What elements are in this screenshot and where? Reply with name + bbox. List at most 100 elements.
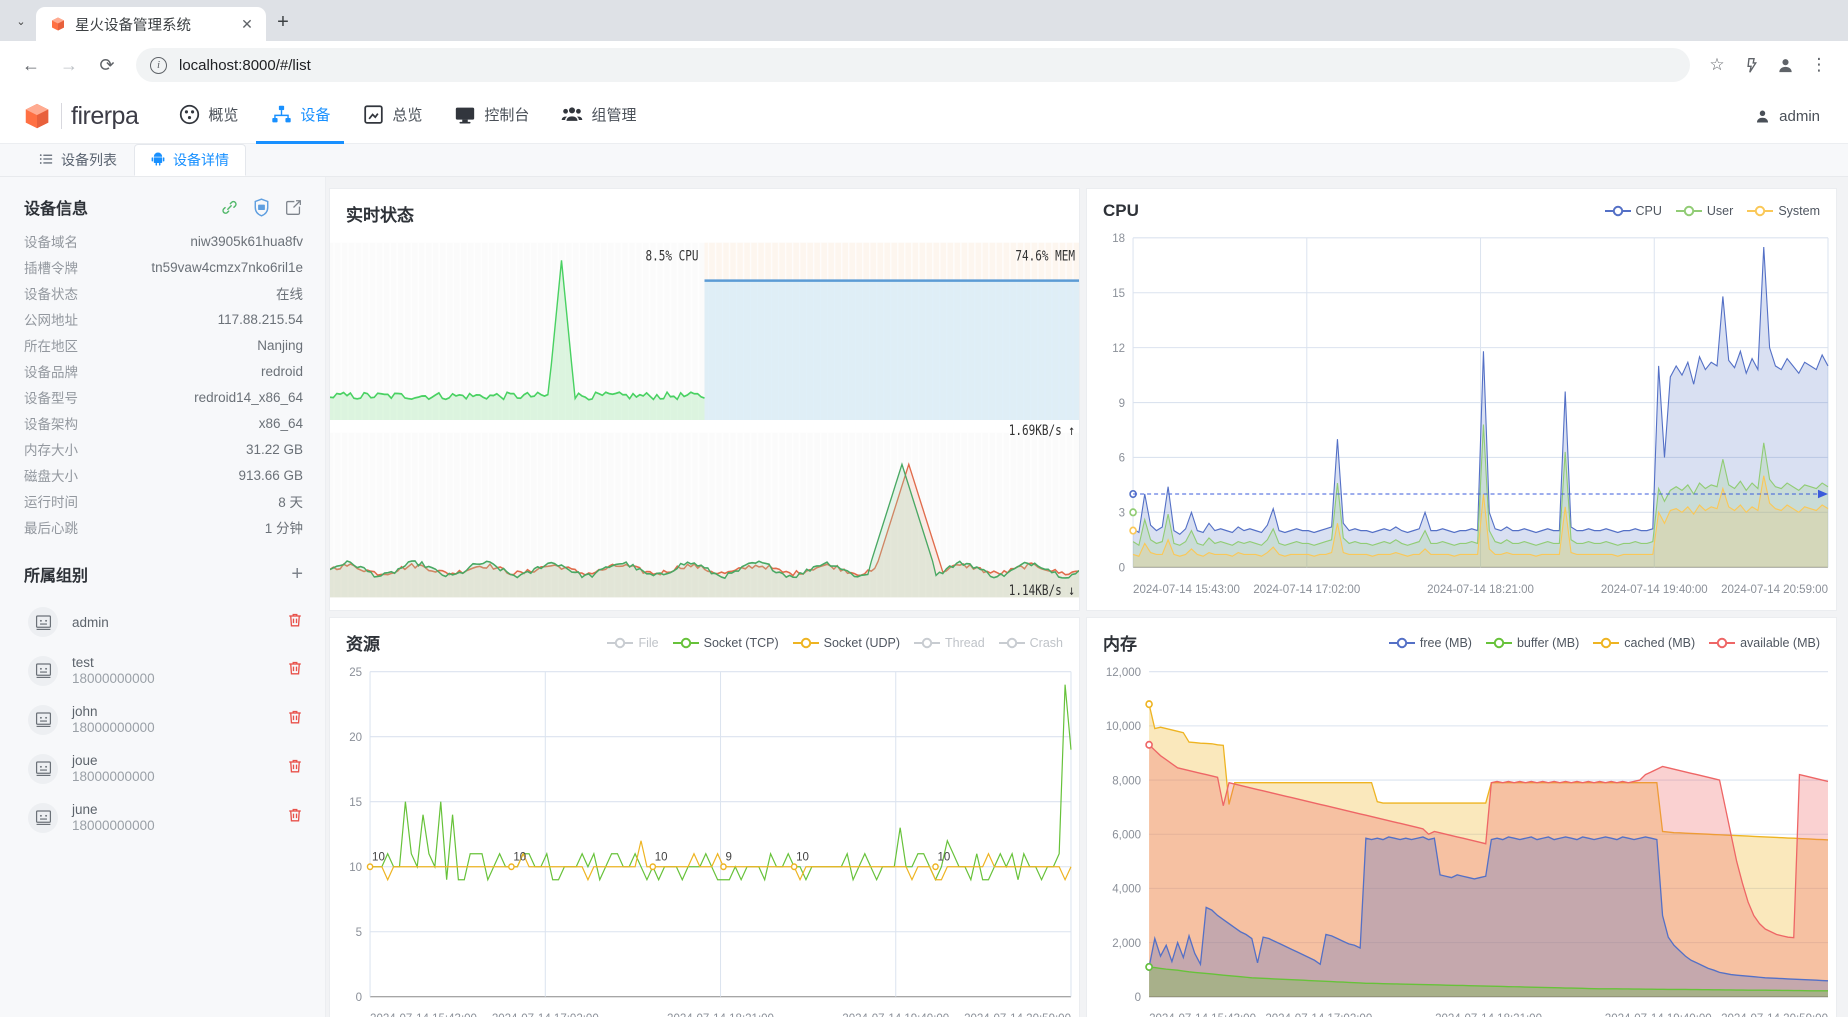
legend-item-cpu[interactable]: CPU xyxy=(1604,204,1662,218)
svg-text:4,000: 4,000 xyxy=(1112,881,1141,895)
svg-text:2024-07-14 19:40:00: 2024-07-14 19:40:00 xyxy=(1601,582,1708,596)
reload-icon[interactable]: ⟳ xyxy=(90,48,124,82)
browser-tab[interactable]: 星火设备管理系统 ✕ xyxy=(36,7,266,41)
legend-item-file[interactable]: File xyxy=(607,636,659,650)
group-name: test xyxy=(72,655,94,670)
profile-icon[interactable] xyxy=(1770,50,1800,80)
legend-marker-icon xyxy=(672,637,699,649)
list-item[interactable]: june 18000000000 xyxy=(24,793,307,842)
svg-text:2024-07-14 15:43:00: 2024-07-14 15:43:00 xyxy=(1149,1011,1256,1017)
edit-icon[interactable] xyxy=(284,198,303,217)
tab-device-list[interactable]: 设备列表 xyxy=(22,144,134,176)
bookmark-star-icon[interactable]: ☆ xyxy=(1702,50,1732,80)
favicon-icon xyxy=(49,16,66,33)
legend-label: Thread xyxy=(945,635,985,650)
legend-item-thread[interactable]: Thread xyxy=(914,636,985,650)
list-icon xyxy=(39,152,53,169)
device-info-rows: 设备域名 niw3905k61hua8fv 插槽令牌 tn59vaw4cmzx7nk… xyxy=(24,228,303,540)
nav-item-groups[interactable]: 组管理 xyxy=(547,89,650,144)
svg-text:0: 0 xyxy=(356,990,363,1004)
new-tab-button[interactable]: + xyxy=(266,5,300,39)
legend-item-cached[interactable]: cached (MB) xyxy=(1593,636,1695,650)
forward-icon[interactable]: → xyxy=(52,48,86,82)
svg-text:10: 10 xyxy=(938,849,951,863)
panel-title: CPU xyxy=(1103,201,1139,220)
svg-text:2024-07-14 15:43:00: 2024-07-14 15:43:00 xyxy=(1133,582,1240,596)
svg-text:2024-07-14 20:59:00: 2024-07-14 20:59:00 xyxy=(964,1011,1071,1017)
tab-device-detail[interactable]: 设备详情 xyxy=(134,144,246,176)
legend-label: System xyxy=(1778,204,1820,218)
svg-text:2024-07-14 17:02:00: 2024-07-14 17:02:00 xyxy=(492,1011,599,1017)
groups-header: 所属组别 + xyxy=(0,546,325,594)
legend-item-buffer[interactable]: buffer (MB) xyxy=(1485,636,1579,650)
list-item[interactable]: admin xyxy=(24,598,307,646)
memory-chart[interactable]: 0 2,000 4,000 6,000 8,000 10,000 12,000 2024-07… xyxy=(1087,659,1836,1017)
cpu-chart[interactable]: 0 3 6 9 12 15 18 2024-07-14 15:43:00 2024-07-14 … xyxy=(1087,225,1836,610)
device-info-header: 设备信息 xyxy=(24,195,303,219)
panel-realtime: 实时状态 8.5% CPU 74.6% MEM 1.69KB/s ↑ 1.14KB/s… xyxy=(329,188,1080,611)
list-item[interactable]: test 18000000000 xyxy=(24,646,307,695)
legend-item-crash[interactable]: Crash xyxy=(998,635,1063,650)
url-text: localhost:8000/#/list xyxy=(179,56,311,74)
trash-icon[interactable] xyxy=(287,660,303,681)
link-icon[interactable] xyxy=(220,198,239,217)
list-item[interactable]: john 18000000000 xyxy=(24,695,307,744)
trash-icon[interactable] xyxy=(287,807,303,828)
close-icon[interactable]: ✕ xyxy=(238,15,256,33)
info-value: redroid xyxy=(260,363,303,379)
trash-icon[interactable] xyxy=(287,709,303,730)
legend-label: Crash xyxy=(1029,635,1063,650)
list-item[interactable]: joue 18000000000 xyxy=(24,744,307,793)
brand-logo[interactable]: firerpa xyxy=(22,101,139,131)
site-info-icon[interactable]: i xyxy=(150,56,167,74)
svg-text:2024-07-14 20:59:00: 2024-07-14 20:59:00 xyxy=(1721,582,1828,596)
legend-label: Socket (UDP) xyxy=(823,635,901,650)
omnibox-bar: ← → ⟳ i localhost:8000/#/list ☆ ⋮ xyxy=(0,41,1848,89)
legend-item-socket-tcp[interactable]: Socket (TCP) xyxy=(672,636,779,650)
memory-legend: free (MB) buffer (MB) cached (MB) availa… xyxy=(1388,636,1820,650)
nav-item-summary[interactable]: 总览 xyxy=(348,89,436,144)
trash-icon[interactable] xyxy=(287,758,303,779)
nav-item-overview[interactable]: 概览 xyxy=(164,89,252,144)
sub-tabs: 设备列表 设备详情 xyxy=(0,144,1848,177)
legend-item-user[interactable]: User xyxy=(1675,204,1733,218)
resource-chart[interactable]: 0 5 10 15 20 25 2024-07-14 15:43:00 2024-07-14 … xyxy=(330,659,1079,1017)
legend-item-system[interactable]: System xyxy=(1747,204,1820,218)
realtime-chart[interactable]: 8.5% CPU 74.6% MEM 1.69KB/s ↑ 1.14KB/s ↓ xyxy=(330,230,1079,610)
nav-item-devices[interactable]: 设备 xyxy=(256,89,345,144)
svg-text:0: 0 xyxy=(1119,560,1126,574)
tab-search-chevron-icon[interactable]: ⌄ xyxy=(6,6,36,36)
nav-item-console[interactable]: 控制台 xyxy=(440,89,543,144)
svg-text:8.5% CPU: 8.5% CPU xyxy=(645,247,698,264)
charts-area: 实时状态 8.5% CPU 74.6% MEM 1.69KB/s ↑ 1.14KB/s… xyxy=(326,177,1848,1017)
legend-item-available[interactable]: available (MB) xyxy=(1709,636,1820,650)
device-info-card: 设备信息 设备域名 niw3905k61hua8fv 插槽令牌 tn59vaw4… xyxy=(0,177,325,546)
add-group-button[interactable]: + xyxy=(291,564,303,584)
info-label: 设备架构 xyxy=(24,417,78,432)
group-texts: june 18000000000 xyxy=(72,802,155,833)
svg-text:12,000: 12,000 xyxy=(1106,665,1142,679)
group-name: john xyxy=(72,704,98,719)
shield-cert-icon[interactable] xyxy=(252,197,271,217)
panel-resource-header: 资源 File Socket (TCP) Socket (UDP) Thread… xyxy=(330,618,1079,659)
legend-item-free[interactable]: free (MB) xyxy=(1388,636,1472,650)
svg-text:0: 0 xyxy=(1135,990,1142,1004)
info-row: 所在地区 Nanjing xyxy=(24,332,303,358)
url-bar[interactable]: i localhost:8000/#/list xyxy=(136,48,1690,82)
workspace: 设备信息 设备域名 niw3905k61hua8fv 插槽令牌 tn59vaw4… xyxy=(0,177,1848,1017)
user-menu[interactable]: admin xyxy=(1754,108,1826,125)
svg-text:20: 20 xyxy=(349,730,362,744)
legend-item-socket-udp[interactable]: Socket (UDP) xyxy=(792,635,901,650)
svg-text:2024-07-14 18:21:00: 2024-07-14 18:21:00 xyxy=(1435,1011,1542,1017)
svg-text:10: 10 xyxy=(513,849,526,863)
user-name: admin xyxy=(1779,107,1820,125)
brand-name: firerpa xyxy=(71,101,139,130)
info-row: 最后心跳 1 分钟 xyxy=(24,514,303,540)
back-icon[interactable]: ← xyxy=(14,48,48,82)
extensions-icon[interactable] xyxy=(1736,50,1766,80)
trash-icon[interactable] xyxy=(287,612,303,633)
avatar xyxy=(28,655,58,686)
browser-menu-icon[interactable]: ⋮ xyxy=(1804,50,1834,80)
info-label: 设备型号 xyxy=(24,391,78,406)
svg-text:18: 18 xyxy=(1112,231,1125,245)
